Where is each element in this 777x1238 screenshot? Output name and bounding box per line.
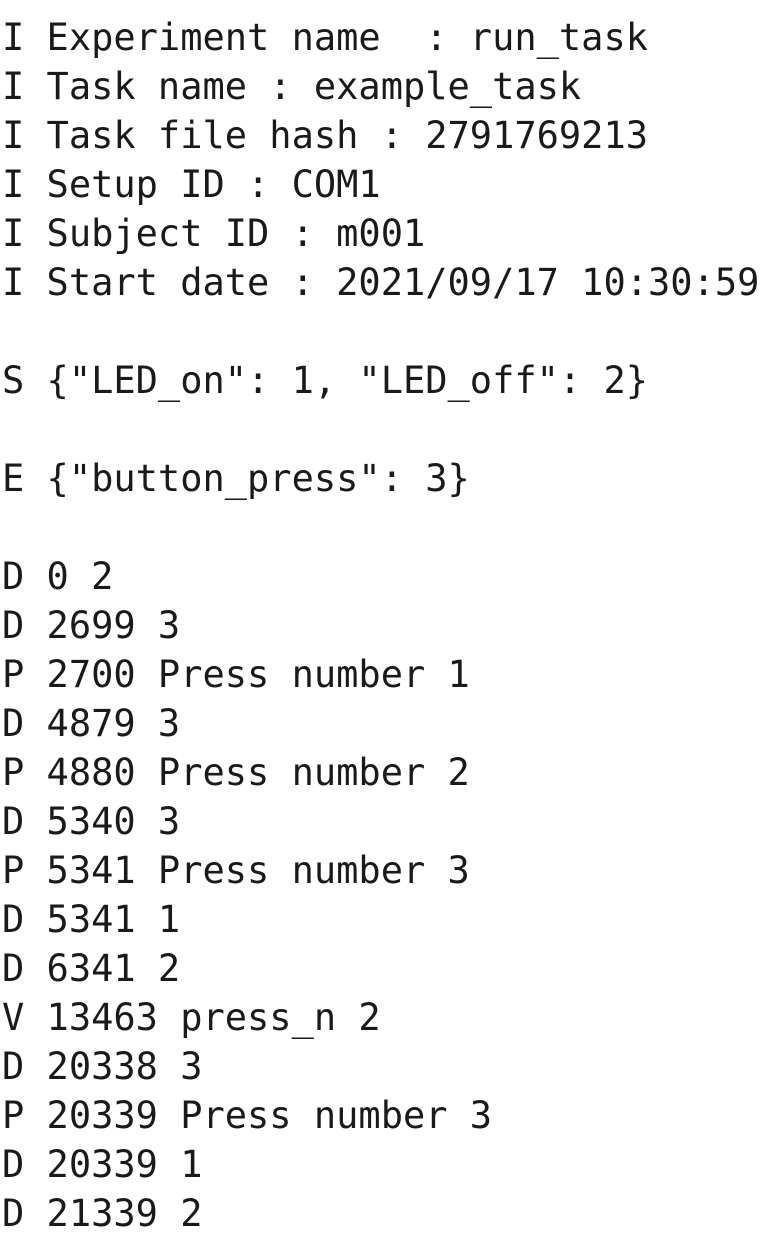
log-line-blank-separator [2, 503, 777, 552]
log-line-record: D 0 2 [2, 555, 114, 598]
data-file-text-view[interactable]: I Experiment name : run_task I Task name … [0, 13, 777, 1238]
log-line-events-definition: E {"button_press": 3} [2, 457, 470, 500]
log-line-record: D 5341 1 [2, 898, 181, 941]
log-line-task-name: I Task name : example_task [2, 65, 582, 108]
log-line-record: D 5340 3 [2, 800, 181, 843]
log-line-record: P 2700 Press number 1 [2, 653, 470, 696]
log-line-record: D 2699 3 [2, 604, 181, 647]
log-line-record: D 20338 3 [2, 1045, 203, 1088]
log-line-blank-separator [2, 405, 777, 454]
log-line-record: D 4879 3 [2, 702, 181, 745]
log-line-record: D 20339 1 [2, 1143, 203, 1186]
log-line-record: D 6341 2 [2, 947, 181, 990]
log-line-task-file-hash: I Task file hash : 2791769213 [2, 114, 649, 157]
log-line-blank-separator [2, 307, 777, 356]
log-line-record: P 20339 Press number 3 [2, 1094, 493, 1137]
log-line-record: P 4880 Press number 2 [2, 751, 470, 794]
log-line-record: D 21339 2 [2, 1192, 203, 1235]
log-line-experiment-name: I Experiment name : run_task [2, 16, 649, 59]
log-line-start-date: I Start date : 2021/09/17 10:30:59 [2, 261, 760, 304]
log-line-setup-id: I Setup ID : COM1 [2, 163, 381, 206]
log-line-states-definition: S {"LED_on": 1, "LED_off": 2} [2, 359, 649, 402]
log-line-record: P 5341 Press number 3 [2, 849, 470, 892]
log-line-record: V 13463 press_n 2 [2, 996, 381, 1039]
log-line-subject-id: I Subject ID : m001 [2, 212, 426, 255]
